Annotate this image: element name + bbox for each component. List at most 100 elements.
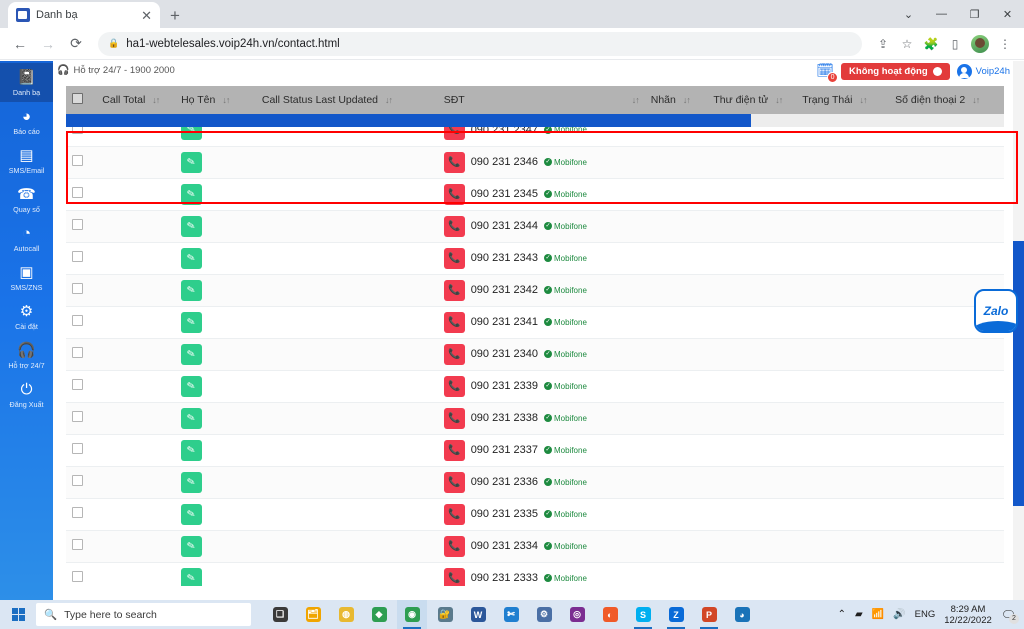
cell-sdt[interactable]: 📞090 231 2339✓Mobifone bbox=[438, 370, 645, 402]
cell-sdt[interactable]: 📞090 231 2340✓Mobifone bbox=[438, 338, 645, 370]
sidebar-item-sms-zns[interactable]: ▣ SMS/ZNS bbox=[0, 258, 53, 297]
table-row[interactable]: ✎📞090 231 2342✓Mobifone14/12/2022 13:411… bbox=[66, 274, 1004, 306]
row-select-cell[interactable] bbox=[66, 210, 96, 242]
cell-ho-ten[interactable]: ✎ bbox=[175, 466, 256, 498]
maximize-button[interactable]: ❐ bbox=[958, 0, 991, 28]
task-view-icon[interactable]: ❏ bbox=[265, 600, 295, 629]
cell-sdt[interactable]: 📞090 231 2343✓Mobifone bbox=[438, 242, 645, 274]
sort-icon[interactable]: ↓↑ bbox=[152, 95, 159, 105]
taskbar-search-input[interactable]: 🔍 Type here to search bbox=[36, 603, 251, 626]
row-checkbox[interactable] bbox=[72, 283, 83, 294]
edit-row-button[interactable]: ✎ bbox=[181, 280, 202, 301]
address-bar[interactable]: 🔒 ha1-webtelesales.voip24h.vn/contact.ht… bbox=[98, 32, 862, 56]
sidebar-item-sms-email[interactable]: ▤ SMS/Email bbox=[0, 141, 53, 180]
call-button[interactable]: 📞 bbox=[444, 536, 465, 557]
select-all-checkbox[interactable] bbox=[72, 93, 83, 104]
table-row[interactable]: ✎📞090 231 2341✓Mobifone14/12/2022 13:411… bbox=[66, 306, 1004, 338]
sidebar-item-ho-tro[interactable]: 🎧 Hỗ trợ 24/7 bbox=[0, 336, 53, 375]
edge-icon[interactable]: ◕ bbox=[727, 600, 757, 629]
call-button[interactable]: 📞 bbox=[444, 472, 465, 493]
edit-row-button[interactable]: ✎ bbox=[181, 536, 202, 557]
minimize-button[interactable]: — bbox=[925, 0, 958, 28]
row-checkbox[interactable] bbox=[72, 571, 83, 582]
row-checkbox[interactable] bbox=[72, 251, 83, 262]
sidebar-item-quay-so[interactable]: ☎ Quay số bbox=[0, 180, 53, 219]
sort-icon[interactable]: ↓↑ bbox=[859, 95, 866, 105]
th-nhan[interactable]: Nhãn ↓↑ bbox=[645, 86, 708, 114]
close-window-button[interactable]: ✕ bbox=[991, 0, 1024, 28]
purple-app-icon[interactable]: ◎ bbox=[562, 600, 592, 629]
edit-row-button[interactable]: ✎ bbox=[181, 472, 202, 493]
user-menu[interactable]: Voip24h bbox=[957, 64, 1010, 79]
th-so-dien-thoai-2[interactable]: Số điện thoại 2 ↓↑ bbox=[889, 86, 1002, 114]
edit-row-button[interactable]: ✎ bbox=[181, 184, 202, 205]
profile-avatar[interactable] bbox=[971, 35, 989, 53]
row-select-cell[interactable] bbox=[66, 466, 96, 498]
row-select-cell[interactable] bbox=[66, 146, 96, 178]
edit-row-button[interactable]: ✎ bbox=[181, 216, 202, 237]
battery-icon[interactable]: ▰ bbox=[855, 609, 863, 620]
call-button[interactable]: 📞 bbox=[444, 280, 465, 301]
row-select-cell[interactable] bbox=[66, 530, 96, 562]
row-select-cell[interactable] bbox=[66, 178, 96, 210]
cell-ho-ten[interactable]: ✎ bbox=[175, 530, 256, 562]
cell-ho-ten[interactable]: ✎ bbox=[175, 178, 256, 210]
row-select-cell[interactable] bbox=[66, 434, 96, 466]
edit-row-button[interactable]: ✎ bbox=[181, 440, 202, 461]
zalo-chat-widget[interactable]: Zalo bbox=[974, 289, 1018, 333]
vertical-scrollbar-thumb[interactable] bbox=[1013, 241, 1024, 506]
th-select-all[interactable] bbox=[66, 86, 96, 114]
start-button[interactable] bbox=[0, 600, 36, 629]
th-ho-ten[interactable]: Họ Tên ↓↑ bbox=[175, 86, 256, 114]
row-select-cell[interactable] bbox=[66, 402, 96, 434]
sort-icon[interactable]: ↓↑ bbox=[632, 95, 639, 105]
sidebar-item-cai-dat[interactable]: ⚙ Cài đặt bbox=[0, 297, 53, 336]
row-checkbox[interactable] bbox=[72, 347, 83, 358]
th-sdt[interactable]: SĐT ↓↑ bbox=[438, 86, 645, 114]
horizontal-scrollbar-thumb[interactable] bbox=[66, 114, 751, 127]
row-select-cell[interactable] bbox=[66, 338, 96, 370]
app-circle-icon[interactable]: ◍ bbox=[331, 600, 361, 629]
call-button[interactable]: 📞 bbox=[444, 568, 465, 587]
back-button[interactable]: ← bbox=[8, 32, 32, 56]
taskbar-clock[interactable]: 8:29 AM 12/22/2022 bbox=[944, 604, 992, 626]
cell-sdt[interactable]: 📞090 231 2341✓Mobifone bbox=[438, 306, 645, 338]
sort-icon[interactable]: ↓↑ bbox=[385, 95, 392, 105]
edit-row-button[interactable]: ✎ bbox=[181, 312, 202, 333]
wifi-icon[interactable]: 📶 bbox=[872, 609, 884, 620]
sort-icon[interactable]: ↓↑ bbox=[683, 95, 690, 105]
th-ghi-chu[interactable]: Ghi chú bbox=[1002, 86, 1004, 114]
cell-ho-ten[interactable]: ✎ bbox=[175, 402, 256, 434]
table-row[interactable]: ✎📞090 231 2343✓Mobifone14/12/2022 13:411… bbox=[66, 242, 1004, 274]
edit-row-button[interactable]: ✎ bbox=[181, 568, 202, 587]
orange-app-icon[interactable]: ◐ bbox=[595, 600, 625, 629]
share-icon[interactable]: ⇪ bbox=[872, 33, 894, 55]
row-checkbox[interactable] bbox=[72, 507, 83, 518]
sidebar-panel-icon[interactable]: ▯ bbox=[944, 33, 966, 55]
th-call-total[interactable]: Call Total ↓↑ bbox=[96, 86, 175, 114]
call-button[interactable]: 📞 bbox=[444, 376, 465, 397]
secure-app-icon[interactable]: 🔐 bbox=[430, 600, 460, 629]
row-checkbox[interactable] bbox=[72, 539, 83, 550]
edit-row-button[interactable]: ✎ bbox=[181, 152, 202, 173]
vscode-icon[interactable]: ✄ bbox=[496, 600, 526, 629]
table-row[interactable]: ✎📞090 231 2339✓Mobifone14/12/2022 13:411… bbox=[66, 370, 1004, 402]
forward-button[interactable]: → bbox=[36, 32, 60, 56]
call-button[interactable]: 📞 bbox=[444, 248, 465, 269]
notification-icon[interactable]: 🗨 2 bbox=[1001, 608, 1016, 622]
sidebar-item-bao-cao[interactable]: ◕ Báo cáo bbox=[0, 102, 53, 141]
table-row[interactable]: ✎📞090 231 2338✓Mobifone14/12/2022 13:411… bbox=[66, 402, 1004, 434]
cell-ho-ten[interactable]: ✎ bbox=[175, 146, 256, 178]
row-checkbox[interactable] bbox=[72, 187, 83, 198]
table-row[interactable]: ✎📞090 231 2346✓Mobifone14/12/2022 13:411… bbox=[66, 146, 1004, 178]
calendar-button[interactable]: 🗓 0 bbox=[816, 62, 834, 80]
cell-ho-ten[interactable]: ✎ bbox=[175, 370, 256, 402]
table-row[interactable]: ✎📞090 231 2344✓Mobifone14/12/2022 13:411… bbox=[66, 210, 1004, 242]
cell-sdt[interactable]: 📞090 231 2338✓Mobifone bbox=[438, 402, 645, 434]
edit-row-button[interactable]: ✎ bbox=[181, 344, 202, 365]
edit-row-button[interactable]: ✎ bbox=[181, 248, 202, 269]
table-row[interactable]: ✎📞090 231 2345✓Mobifone14/12/2022 13:411… bbox=[66, 178, 1004, 210]
new-tab-button[interactable]: + bbox=[170, 7, 180, 24]
cell-sdt[interactable]: 📞090 231 2337✓Mobifone bbox=[438, 434, 645, 466]
row-checkbox[interactable] bbox=[72, 315, 83, 326]
